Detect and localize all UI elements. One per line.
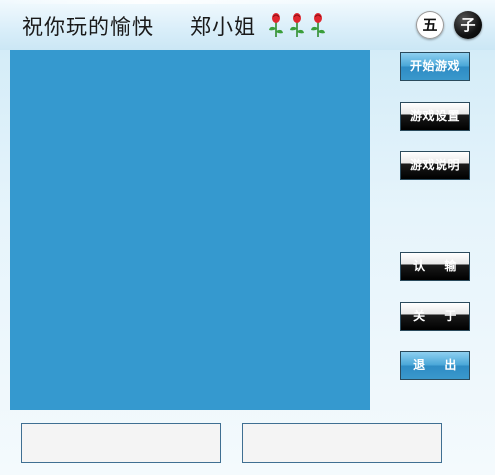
username-text: 郑小姐 [190,15,256,39]
player-info-panel-right [242,423,442,463]
resign-button[interactable]: 认 输 [400,252,470,281]
game-settings-button[interactable]: 游戏设置 [400,102,470,131]
logo-zi-icon: 子 [454,11,482,39]
greeting-text: 祝你玩的愉快 [22,15,154,39]
exit-button[interactable]: 退 出 [400,351,470,380]
game-board[interactable] [10,50,370,410]
rose-icon [269,13,283,37]
logo-wu-icon: 五 [416,11,444,39]
about-button[interactable]: 关 于 [400,302,470,331]
rose-icon [311,13,325,37]
rose-icon [290,13,304,37]
start-game-button[interactable]: 开始游戏 [400,52,470,81]
title-bar: 祝你玩的愉快 郑小姐 五 子 [0,0,495,50]
roses-rating [269,13,325,37]
player-info-panel-left [21,423,221,463]
title-bar-shine [0,0,360,4]
game-help-button[interactable]: 游戏说明 [400,151,470,180]
